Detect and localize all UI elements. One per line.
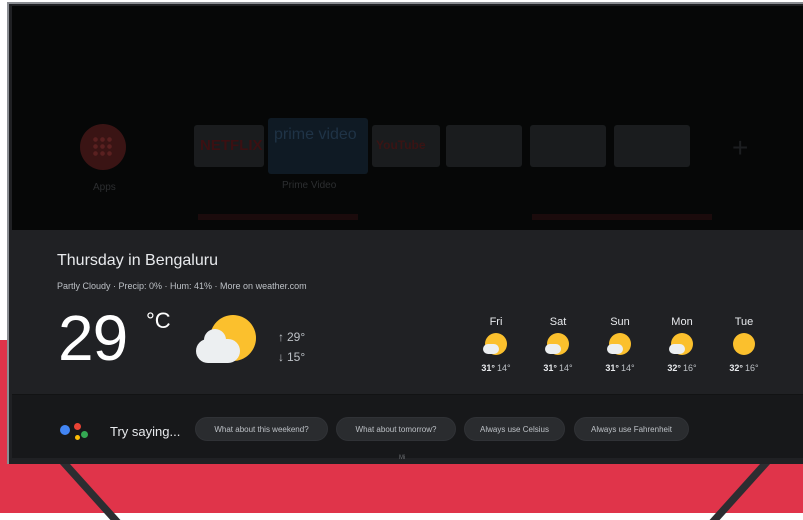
tv-screen: Apps NETFLIX prime video Prime Video You… [12, 6, 803, 458]
add-app-icon[interactable]: + [732, 132, 748, 164]
netflix-tile[interactable]: NETFLIX [194, 125, 264, 167]
forecast-day-label: Fri [489, 316, 503, 328]
forecast-day: Sat 31° 14° [528, 316, 588, 373]
forecast-day: Sun 31° 14° [590, 316, 650, 373]
temperature-unit: °C [146, 308, 171, 333]
partly-cloudy-icon [196, 315, 260, 371]
prime-video-logo: prime video [274, 126, 357, 143]
row-highlight [532, 214, 712, 220]
current-temperature: 29 [58, 302, 128, 374]
forecast-day: Mon 32° 16° [652, 316, 712, 373]
prime-video-tile[interactable]: prime video [268, 118, 368, 174]
forecast-day: Fri 31° 14° [466, 316, 526, 373]
partly-cloudy-icon [607, 332, 633, 356]
apps-grid-icon [92, 136, 114, 158]
arrow-up-icon: ↑ [278, 330, 284, 344]
try-saying-label: Try saying... [110, 424, 181, 439]
suggestion-chip[interactable]: Always use Fahrenheit [574, 417, 689, 441]
forecast-temps: 32° 16° [667, 363, 697, 373]
google-play-tile[interactable] [614, 125, 690, 167]
play-store-tile[interactable] [446, 125, 522, 167]
google-assistant-icon [60, 423, 88, 447]
home-launcher-row: Apps NETFLIX prime video Prime Video You… [12, 6, 803, 230]
sunny-icon [731, 332, 757, 356]
forecast-day-label: Sat [549, 316, 567, 328]
forecast-temps: 32° 16° [729, 363, 759, 373]
forecast-day: Tue 32° 16° [714, 316, 774, 373]
suggestion-chip[interactable]: What about this weekend? [195, 417, 328, 441]
apps-label: Apps [93, 182, 116, 193]
assistant-suggestion-bar: Try saying... What about this weekend? W… [12, 394, 803, 458]
row-highlight [198, 214, 358, 220]
suggestion-chip[interactable]: What about tomorrow? [336, 417, 456, 441]
mi-logo: Mi [399, 455, 406, 461]
suggestion-chip[interactable]: Always use Celsius [464, 417, 565, 441]
forecast-temps: 31° 14° [481, 363, 511, 373]
forecast-day-label: Sun [610, 316, 630, 328]
youtube-tile[interactable]: YouTube [372, 125, 440, 167]
arrow-down-icon: ↓ [278, 350, 284, 364]
weather-details: Partly Cloudy · Precip: 0% · Hum: 41% · … [57, 281, 307, 291]
today-low: ↓ 15° [278, 350, 306, 364]
forecast-temps: 31° 14° [605, 363, 635, 373]
forecast-day-label: Mon [671, 316, 693, 328]
today-high: ↑ 29° [278, 330, 306, 344]
youtube-logo: YouTube [376, 138, 426, 152]
forecast-day-label: Tue [734, 316, 754, 328]
partly-cloudy-icon [483, 332, 509, 356]
partly-cloudy-icon [545, 332, 571, 356]
play-movies-tile[interactable] [530, 125, 606, 167]
forecast-temps: 31° 14° [543, 363, 573, 373]
netflix-logo: NETFLIX [200, 137, 263, 154]
weather-title: Thursday in Bengaluru [57, 252, 218, 269]
partly-cloudy-icon [669, 332, 695, 356]
weather-card: Thursday in Bengaluru Partly Cloudy · Pr… [12, 230, 803, 394]
prime-video-label: Prime Video [282, 180, 337, 191]
